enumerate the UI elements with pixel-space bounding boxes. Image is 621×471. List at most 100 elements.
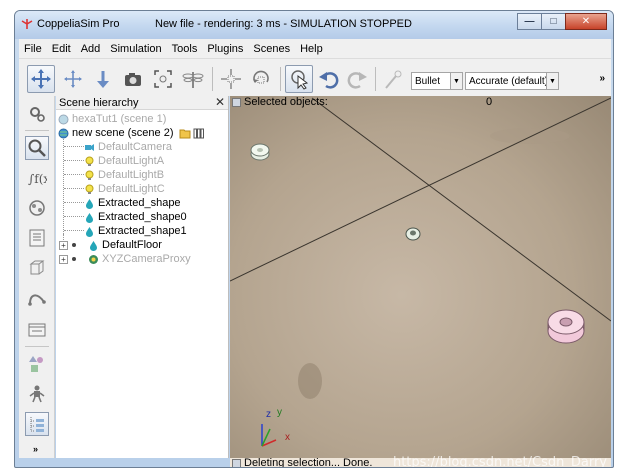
menu-file[interactable]: File: [19, 43, 47, 55]
light-bulb-icon: [85, 170, 94, 180]
camera-shift-button[interactable]: [89, 65, 117, 93]
title-bar[interactable]: CoppeliaSim Pro New file - rendering: 3 …: [15, 11, 613, 39]
path-edit-button[interactable]: [25, 286, 49, 310]
camera-pan-button[interactable]: [27, 65, 55, 93]
close-button[interactable]: ✕: [565, 13, 607, 30]
click-selection-button[interactable]: [285, 65, 313, 93]
manipulate-button[interactable]: [179, 65, 207, 93]
object-shift-button[interactable]: [217, 65, 245, 93]
light-bulb-icon: [85, 156, 94, 166]
toolbar-separator: [280, 67, 281, 91]
menu-scenes[interactable]: Scenes: [248, 43, 295, 55]
dynamics-settings-button[interactable]: [379, 65, 407, 93]
maximize-button[interactable]: □: [541, 13, 566, 30]
camera-icon: [125, 73, 141, 86]
collection-icon: [29, 200, 45, 216]
document-title: New file - rendering: 3 ms - SIMULATION …: [155, 18, 412, 30]
tree-connector: [64, 174, 84, 175]
app-title: CoppeliaSim Pro: [37, 18, 120, 30]
selected-objects-label: Selected objects:: [244, 96, 328, 108]
selection-tool-button[interactable]: [25, 352, 49, 376]
object-rotate-button[interactable]: [247, 65, 275, 93]
scene-globe-icon: [58, 114, 69, 124]
tree-item-label: DefaultFloor: [102, 239, 162, 251]
menu-plugins[interactable]: Plugins: [202, 43, 248, 55]
fit-to-view-button[interactable]: [149, 65, 177, 93]
scene-tree-button[interactable]: [25, 412, 49, 436]
tree-connector: [64, 160, 84, 161]
shape-extracted0[interactable]: [405, 227, 421, 241]
scene-hierarchy-button[interactable]: [25, 136, 49, 160]
shape-extracted[interactable]: [250, 143, 270, 161]
scene-item-new-scene[interactable]: new scene (scene 2): [58, 126, 205, 140]
accuracy-select[interactable]: Accurate (default) ▼: [465, 72, 559, 90]
object-rotate-icon: [253, 70, 269, 84]
shape-edit-button[interactable]: [25, 256, 49, 280]
model-dot-icon: [72, 243, 76, 247]
calculation-modules-button[interactable]: ∫f(x): [25, 166, 49, 190]
coppeliasim-logo-icon: [21, 19, 33, 29]
redo-icon: [347, 72, 367, 89]
tree-item-defaultlighta[interactable]: DefaultLightA: [84, 154, 164, 168]
tree-item-label: Extracted_shape0: [98, 211, 187, 223]
folder-icon: [179, 129, 190, 138]
tree-item-label: DefaultLightA: [98, 155, 165, 167]
robot-model-button[interactable]: [25, 382, 49, 406]
axis-z-label: z: [266, 409, 271, 420]
menu-simulation[interactable]: Simulation: [105, 43, 166, 55]
simulation-settings-button[interactable]: [25, 102, 49, 126]
redo-button[interactable]: [343, 65, 371, 93]
tree-item-defaultlightc[interactable]: DefaultLightC: [84, 182, 165, 196]
expand-toggle[interactable]: +: [59, 240, 68, 250]
tree-item-defaultcamera[interactable]: DefaultCamera: [84, 140, 172, 154]
app-window: CoppeliaSim Pro New file - rendering: 3 …: [14, 10, 614, 468]
tree-connector: [64, 230, 84, 231]
scene-globe-icon: [58, 128, 69, 138]
menu-edit[interactable]: Edit: [47, 43, 76, 55]
toolbar-overflow-button[interactable]: »: [599, 73, 605, 84]
scene-item-hexatut1[interactable]: hexaTut1 (scene 1): [58, 112, 166, 126]
robot-icon: [29, 385, 45, 403]
viewport-menu-icon[interactable]: [232, 98, 241, 107]
select-cursor-icon: [291, 70, 309, 90]
tree-list-icon: [30, 417, 44, 432]
axis-x-label: x: [285, 432, 290, 443]
model-browser-button[interactable]: [25, 318, 49, 342]
left-toolbar-overflow-button[interactable]: »: [33, 444, 38, 454]
tree-item-extracted-shape0[interactable]: Extracted_shape0: [84, 210, 187, 224]
main-toolbar: Bullet ▼ Accurate (default) ▼ »: [19, 58, 611, 96]
script-icon: [29, 229, 45, 247]
tree-item-defaultlightb[interactable]: DefaultLightB: [84, 168, 164, 182]
shape-drop-icon: [86, 212, 93, 223]
close-icon[interactable]: ✕: [215, 95, 225, 109]
tree-item-extracted-shape[interactable]: Extracted_shape: [84, 196, 181, 210]
scene-viewport[interactable]: Selected objects: 0 z y x: [230, 96, 611, 458]
left-toolbar-separator: [25, 130, 49, 131]
window-list-icon: [28, 323, 46, 337]
status-toggle-icon[interactable]: [232, 459, 241, 467]
undo-button[interactable]: [315, 65, 343, 93]
expand-toggle[interactable]: +: [59, 254, 68, 264]
tree-item-defaultfloor[interactable]: + DefaultFloor: [59, 238, 162, 252]
path-icon: [28, 294, 46, 306]
light-bulb-icon: [85, 184, 94, 194]
chevron-down-icon: ▼: [450, 73, 462, 89]
scene-hierarchy-title: Scene hierarchy: [59, 97, 139, 109]
collections-button[interactable]: [25, 196, 49, 220]
scripts-button[interactable]: [25, 226, 49, 250]
camera-zoom-button[interactable]: [119, 65, 147, 93]
shape-extracted1[interactable]: [547, 309, 585, 344]
physics-engine-select[interactable]: Bullet ▼: [411, 72, 463, 90]
tree-item-extracted-shape1[interactable]: Extracted_shape1: [84, 224, 187, 238]
tree-connector: [64, 188, 84, 189]
scene-hierarchy-panel: Scene hierarchy ✕ hexaTut1 (scene 1) new…: [56, 95, 229, 458]
menu-help[interactable]: Help: [295, 43, 328, 55]
tree-item-xyzcameraproxy[interactable]: + XYZCameraProxy: [59, 252, 191, 266]
camera-rotate-button[interactable]: [59, 65, 87, 93]
menu-add[interactable]: Add: [76, 43, 106, 55]
menu-tools[interactable]: Tools: [167, 43, 203, 55]
toolbar-separator: [212, 67, 213, 91]
status-bar: Deleting selection... Done. https://blog…: [230, 455, 611, 467]
tree-connector: [64, 146, 84, 147]
minimize-button[interactable]: —: [517, 13, 542, 30]
